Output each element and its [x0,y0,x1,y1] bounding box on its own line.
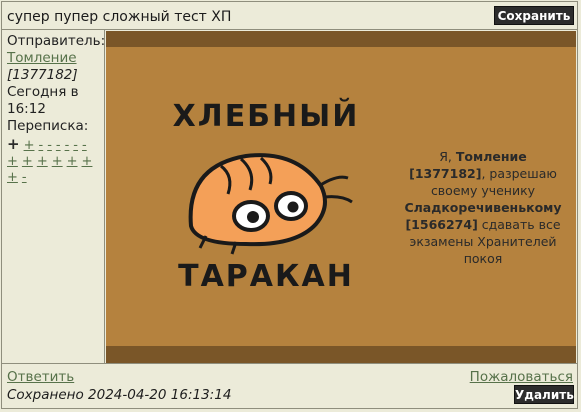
message-footer: Ответить Сохранено 2024-04-20 16:13:14 П… [2,363,577,410]
saved-timestamp: Сохранено 2024-04-20 16:13:14 [7,387,232,403]
sender-sidebar: Отправитель: Томление [1377182] Сегодня … [2,30,105,363]
page-link[interactable]: - [38,138,43,153]
page-link[interactable]: - [56,138,61,153]
page-link[interactable]: + [24,138,35,153]
sender-label: Отправитель: [7,33,106,49]
delete-button[interactable]: Удалить [514,385,574,404]
bread-cockroach-sticker: ХЛЕБНЫЙ ТАРАКАН [173,98,360,294]
page-link[interactable]: - [47,138,52,153]
page-link[interactable]: + [37,154,48,169]
sender-id: [1377182] [7,67,78,83]
page-link[interactable]: + [52,154,63,169]
message-time: 16:12 [7,101,46,117]
page-link[interactable]: + [7,170,18,185]
note-student-name: Сладкоречивенькому [404,200,562,215]
page-link[interactable]: + [22,154,33,169]
sticker-text-bottom: ТАРАКАН [178,259,354,294]
page-link[interactable]: + [67,154,78,169]
message-date: Сегодня в [7,84,79,100]
page-link[interactable]: + [7,154,18,169]
save-button[interactable]: Сохранить [494,6,574,25]
page-link[interactable]: - [65,138,70,153]
page-link[interactable]: + [7,135,20,153]
reply-link[interactable]: Ответить [7,369,74,385]
message-window: супер пупер сложный тест ХП Сохранить От… [1,1,578,409]
report-link[interactable]: Пожаловаться [470,369,573,385]
page-link[interactable]: + [82,154,93,169]
page-link[interactable]: - [22,170,27,185]
message-title: супер пупер сложный тест ХП [7,9,232,25]
content-top-band [106,31,576,47]
page-link[interactable]: - [73,138,78,153]
page-link[interactable]: - [82,138,87,153]
message-content: ХЛЕБНЫЙ ТАРАКАН Я, Томление [1377182], р… [106,31,576,363]
sticker-text-top: ХЛЕБНЫЙ [173,98,360,134]
message-header: супер пупер сложный тест ХП Сохранить [2,2,577,30]
sender-name-link[interactable]: Томление [7,50,77,66]
correspondence-label: Переписка: [7,118,89,134]
content-bottom-band [106,346,576,363]
message-text: Я, Томление [1377182], разрешаю своему у… [404,149,562,266]
note-student-id: [1566274] [405,217,478,232]
note-sender-name: Томление [455,149,527,164]
note-sender-id: [1377182] [409,166,482,181]
correspondence-pages: + + - - - - - - + + + + + + + - [7,136,104,186]
